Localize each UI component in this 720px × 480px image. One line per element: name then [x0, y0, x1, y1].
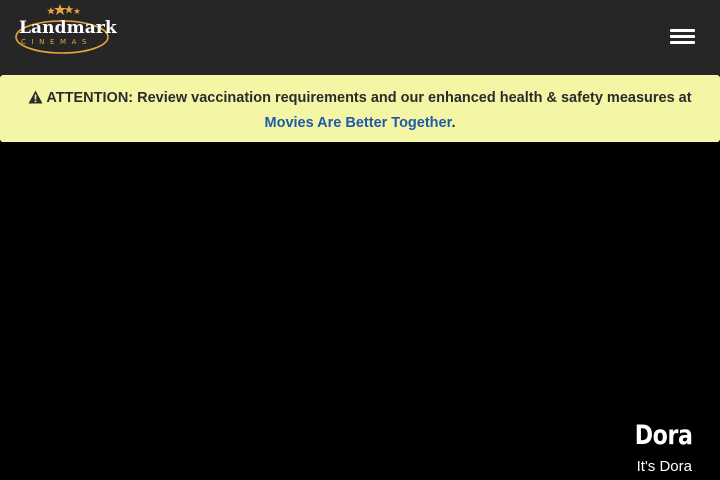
health-safety-alert-banner: ATTENTION: Review vaccination requiremen…	[0, 75, 720, 142]
landmark-cinemas-logo[interactable]: Landmark CINEMAS	[14, 4, 117, 56]
hamburger-menu-icon[interactable]	[666, 26, 700, 46]
top-navigation-bar: Landmark CINEMAS	[0, 0, 720, 75]
menu-bar-top	[670, 29, 695, 32]
logo-subtitle: CINEMAS	[21, 38, 93, 46]
hero-title: Dora	[634, 420, 692, 451]
menu-bar-bottom	[670, 41, 695, 44]
alert-trailing-period: .	[451, 115, 456, 131]
warning-triangle-icon	[28, 89, 43, 112]
logo-wordmark: Landmark	[19, 18, 117, 38]
menu-bar-middle	[670, 35, 695, 38]
alert-text: ATTENTION: Review vaccination requiremen…	[46, 90, 692, 106]
hero-subtitle: It's Dora	[636, 458, 692, 475]
movies-are-better-together-link[interactable]: Movies Are Better Together	[265, 115, 452, 131]
